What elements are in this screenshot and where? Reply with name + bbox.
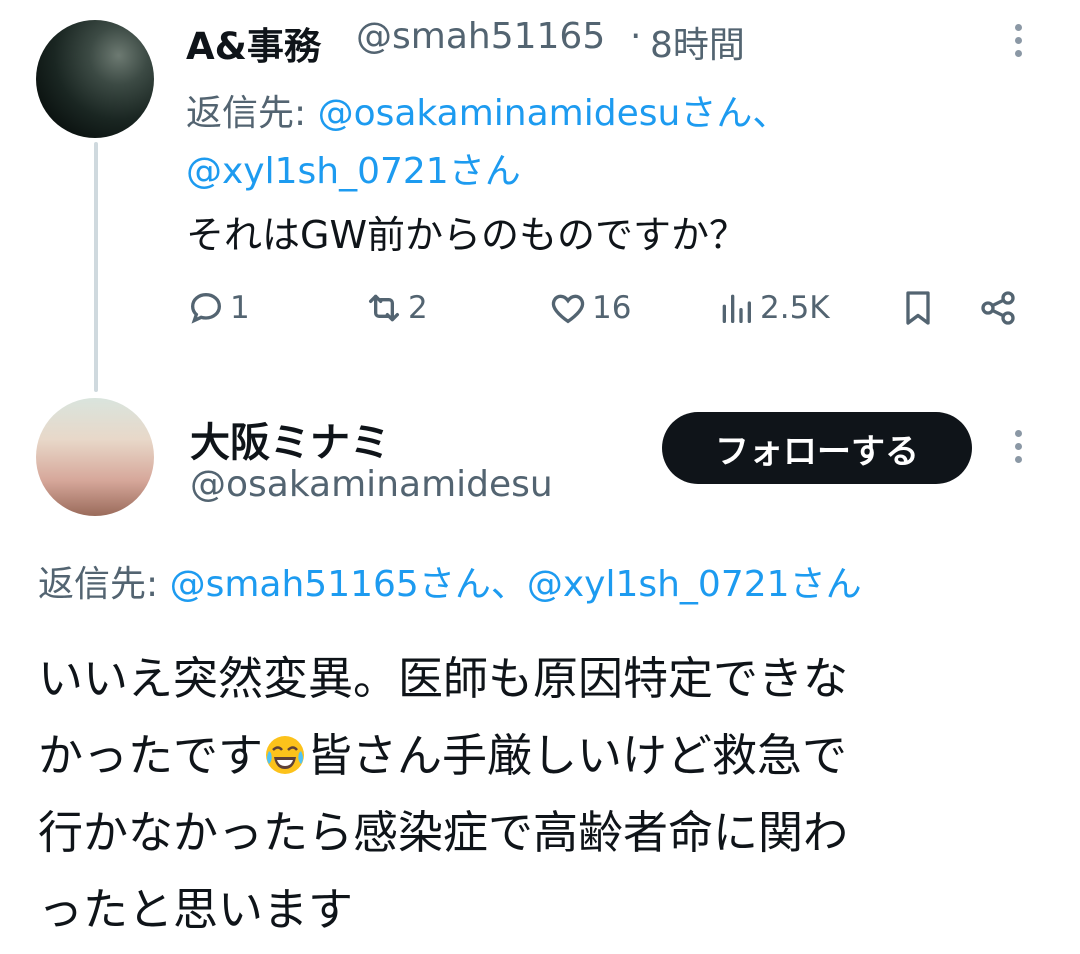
share-button[interactable]	[978, 288, 1018, 328]
tweet-text-line: かったです 皆さん手厳しいけど救急で	[38, 717, 1058, 794]
mention-suffix: さん	[789, 564, 862, 605]
more-vertical-icon[interactable]	[1015, 24, 1025, 63]
tweet-text-segment: かったです	[38, 729, 264, 782]
tweet-text: いいえ突然変異。医師も原因特定できな かったです 皆さん手厳しいけど救急で 行かな…	[38, 640, 1058, 948]
tweet-text-segment: 皆さん手厳しいけど救急で	[307, 729, 848, 782]
reply-icon	[190, 292, 222, 324]
separator-dot: ·	[630, 16, 642, 57]
repost-button[interactable]: 2	[364, 288, 428, 328]
mention-link[interactable]: @xyl1sh_0721	[186, 151, 449, 192]
thread-connector-line	[94, 142, 98, 392]
tweet-text-line: 行かなかったら感染症で高齢者命に関わ	[38, 806, 849, 859]
reply-to-line: 返信先: @smah51165さん、@xyl1sh_0721さん	[38, 555, 862, 607]
display-name[interactable]: A&事務	[186, 16, 321, 70]
reply-to-label: 返信先:	[186, 93, 307, 134]
mention-link[interactable]: @osakaminamidesu	[318, 93, 681, 134]
mention-link[interactable]: @xyl1sh_0721	[527, 564, 790, 605]
reply-button[interactable]: 1	[186, 288, 250, 328]
tweet-text-line: ったと思います	[38, 883, 354, 936]
more-vertical-icon[interactable]	[1015, 430, 1025, 469]
timestamp[interactable]: 8時間	[650, 16, 745, 68]
views-icon	[722, 294, 751, 323]
views-button[interactable]: 2.5K	[716, 288, 830, 328]
follow-button[interactable]: フォローする	[662, 412, 972, 484]
tweet-text-line: いいえ突然変異。医師も原因特定できな	[38, 652, 849, 705]
heart-icon	[551, 294, 585, 324]
user-handle[interactable]: @osakaminamidesu	[190, 464, 553, 505]
display-name[interactable]: 大阪ミナミ	[190, 410, 390, 468]
mention-suffix: さん、	[680, 93, 789, 134]
tears-of-joy-emoji	[266, 736, 305, 774]
like-count: 16	[592, 290, 632, 326]
mention-suffix: さん	[448, 151, 521, 192]
repost-icon	[369, 294, 399, 322]
bookmark-icon	[906, 291, 930, 325]
tweet-text: それはGW前からのものですか？	[186, 213, 748, 257]
user-handle[interactable]: @smah51165	[356, 16, 605, 57]
reply-to-line: @xyl1sh_0721さん	[186, 142, 521, 194]
share-icon	[981, 291, 1015, 325]
reply-count: 1	[230, 290, 250, 326]
mention-separator: さん、	[418, 564, 527, 605]
mention-link[interactable]: @smah51165	[170, 564, 419, 605]
repost-count: 2	[408, 290, 428, 326]
bookmark-button[interactable]	[898, 288, 938, 328]
tweet-actions-bar: 1 2 16 2.5K	[186, 288, 1026, 332]
avatar[interactable]	[36, 20, 154, 138]
reply-to-line: 返信先: @osakaminamidesuさん、	[186, 84, 788, 136]
reply-to-label: 返信先:	[38, 564, 159, 605]
views-count: 2.5K	[760, 290, 830, 326]
avatar[interactable]	[36, 398, 154, 516]
like-button[interactable]: 16	[548, 288, 631, 328]
